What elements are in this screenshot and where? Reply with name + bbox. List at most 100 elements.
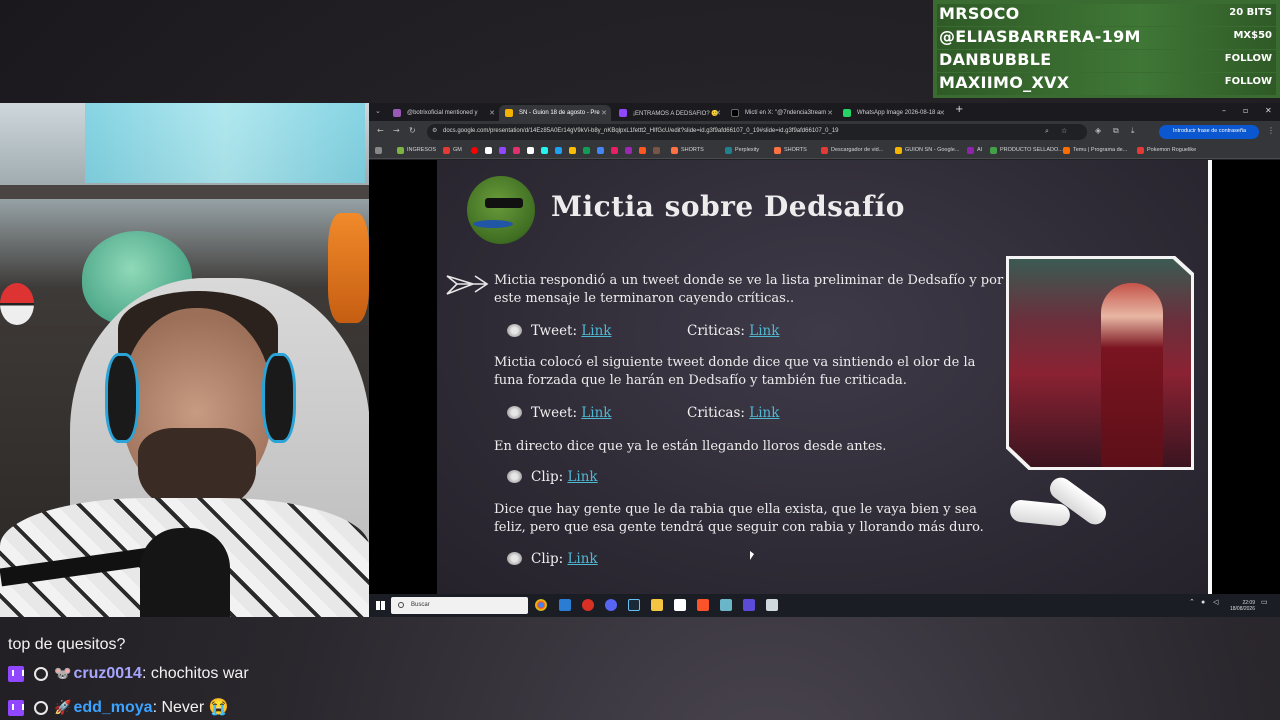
alert-row: MRSOCO 20 BITS (937, 4, 1276, 26)
bullet-icon (507, 324, 522, 337)
tweet-link-row: Tweet: Link (507, 405, 612, 421)
chat-text: chochitos war (150, 665, 249, 682)
maximize-icon[interactable]: ▫ (1243, 106, 1248, 115)
bullet-icon (507, 406, 522, 419)
chat-message: 🐭 cruz0014: chochitos war (8, 665, 249, 683)
steam-icon[interactable] (628, 599, 640, 611)
bookmark-icon[interactable] (611, 147, 618, 154)
tiktok-icon[interactable] (541, 147, 548, 154)
close-tab-icon[interactable]: ✕ (939, 109, 945, 117)
menu-kebab-icon[interactable]: ⋮ (1267, 126, 1275, 135)
extension-icon[interactable]: ◈ (1095, 126, 1101, 135)
bookmark-icon[interactable] (639, 147, 646, 154)
slide: Mictia sobre Dedsafío Mictia respondió a… (437, 160, 1208, 594)
app-icon[interactable] (743, 599, 755, 611)
url-text: docs.google.com/presentation/d/14Ez85A0E… (443, 128, 839, 134)
headset-icon (105, 353, 139, 443)
tab-slides[interactable]: SN - Guion 18 de agosto - Pre ✕ (499, 105, 611, 121)
discord-icon[interactable] (605, 599, 617, 611)
windows-taskbar: Buscar ⌃ ● ◁ 22:09 18/08/2026 ▭ (369, 594, 1280, 617)
downloads-icon[interactable]: ⤓ (1131, 126, 1135, 136)
app-icon[interactable] (720, 599, 732, 611)
clip-link[interactable]: Link (567, 551, 597, 567)
system-clock[interactable]: 22:09 18/08/2026 (1221, 600, 1255, 612)
youtube-icon[interactable] (471, 147, 478, 154)
reload-icon[interactable]: ↻ (409, 126, 416, 135)
bookmark-icon[interactable] (597, 147, 604, 154)
pokeball-plush (0, 283, 34, 325)
alert-value: FOLLOW (1224, 76, 1272, 87)
x-icon[interactable] (485, 147, 492, 154)
bookmark-icon[interactable] (583, 147, 590, 154)
close-tab-icon[interactable]: ✕ (827, 109, 833, 117)
bookmark-icon[interactable] (555, 147, 562, 154)
bookmark-icon[interactable] (569, 147, 576, 154)
folder-icon[interactable] (651, 599, 663, 611)
event-photo (1009, 259, 1191, 467)
tweet-link[interactable]: Link (581, 323, 611, 339)
bookmark-icon[interactable] (625, 147, 632, 154)
zoom-icon[interactable]: ⌕ (1045, 127, 1049, 136)
volume-icon[interactable]: ◁ (1213, 599, 1218, 606)
app-icon[interactable] (766, 599, 778, 611)
mic-tray-icon[interactable]: ● (1201, 599, 1205, 606)
chat-username[interactable]: edd_moya (73, 699, 152, 716)
tweet-link[interactable]: Link (581, 405, 611, 421)
arrow-icon (446, 275, 489, 295)
bookmark-star-icon[interactable]: ☆ (1061, 127, 1067, 135)
bookmark-item[interactable]: SHORTS (784, 147, 807, 153)
search-icon (398, 602, 404, 608)
password-suggestion-button[interactable]: Introducir frase de contraseña (1159, 125, 1259, 139)
tab-favicon-icon (619, 109, 627, 117)
tab-favicon-icon (393, 109, 401, 117)
charmander-plush (328, 213, 369, 323)
forward-icon[interactable]: → (393, 126, 400, 135)
instagram-icon[interactable] (513, 147, 520, 154)
clip-link[interactable]: Link (567, 469, 597, 485)
taskbar-search[interactable]: Buscar (391, 597, 528, 614)
bookmark-item[interactable]: Perplexity (735, 147, 759, 153)
apps-grid-icon[interactable] (375, 147, 382, 154)
tab-dedsafio[interactable]: ¡ENTRAMOS A DEDSAFIO? 🙂 ✕ (613, 105, 725, 121)
windows-start-icon[interactable] (376, 601, 385, 610)
close-tab-icon[interactable]: ✕ (715, 109, 721, 117)
close-tab-icon[interactable]: ✕ (489, 109, 495, 117)
tray-chevron-icon[interactable]: ⌃ (1189, 599, 1195, 606)
outlook-icon[interactable] (559, 599, 571, 611)
alert-row: DANBUBBLE FOLLOW (937, 50, 1276, 72)
bookmark-item[interactable]: AI (977, 147, 982, 153)
bookmark-item[interactable]: Pokemon Roguelike (1147, 147, 1196, 153)
site-info-icon[interactable]: ⚙ (432, 127, 437, 134)
download-icon[interactable] (527, 147, 534, 154)
notifications-icon[interactable]: ▭ (1261, 599, 1268, 606)
brave-icon[interactable] (697, 599, 709, 611)
url-field[interactable]: ⚙ docs.google.com/presentation/d/14Ez85A… (427, 124, 1087, 140)
alert-name: DANBUBBLE (939, 50, 1052, 69)
bookmark-item[interactable]: Descargador de vid... (831, 147, 883, 153)
bookmark-item[interactable]: INGRESOS (407, 147, 436, 153)
back-icon[interactable]: ← (377, 126, 384, 135)
chrome-icon[interactable] (535, 599, 547, 611)
twitch-icon[interactable] (499, 147, 506, 154)
criticas-link[interactable]: Link (749, 405, 779, 421)
bookmark-item[interactable]: SHORTS (681, 147, 704, 153)
bookmark-item[interactable]: GM (453, 147, 462, 153)
tab-x[interactable]: Mictí en X: "@7ndencia3tream ✕ (725, 105, 837, 121)
bookmark-item[interactable]: GUION SN - Google... (905, 147, 959, 153)
close-window-icon[interactable]: ✕ (1265, 106, 1272, 115)
minimize-icon[interactable]: – (1222, 106, 1226, 115)
notepad-icon[interactable] (674, 599, 686, 611)
chat-username[interactable]: cruz0014 (73, 665, 142, 682)
bookmark-item[interactable]: Temu | Programa de... (1073, 147, 1127, 153)
bookmark-item[interactable]: PRODUCTO SELLADO... (1000, 147, 1063, 153)
new-tab-icon[interactable]: + (955, 104, 963, 115)
tab-whatsapp-image[interactable]: WhatsApp Image 2026-08-18 a ✕ (837, 105, 949, 121)
criticas-link[interactable]: Link (749, 323, 779, 339)
close-tab-icon[interactable]: ✕ (601, 109, 607, 117)
user-icon (34, 700, 48, 715)
extensions-puzzle-icon[interactable]: ⧉ (1113, 126, 1119, 136)
bookmark-icon[interactable] (653, 147, 660, 154)
tab-botrix[interactable]: @botrixoficial mentioned y ✕ (387, 105, 499, 121)
tab-search-icon[interactable]: ⌄ (375, 107, 381, 115)
app-icon[interactable] (582, 599, 594, 611)
